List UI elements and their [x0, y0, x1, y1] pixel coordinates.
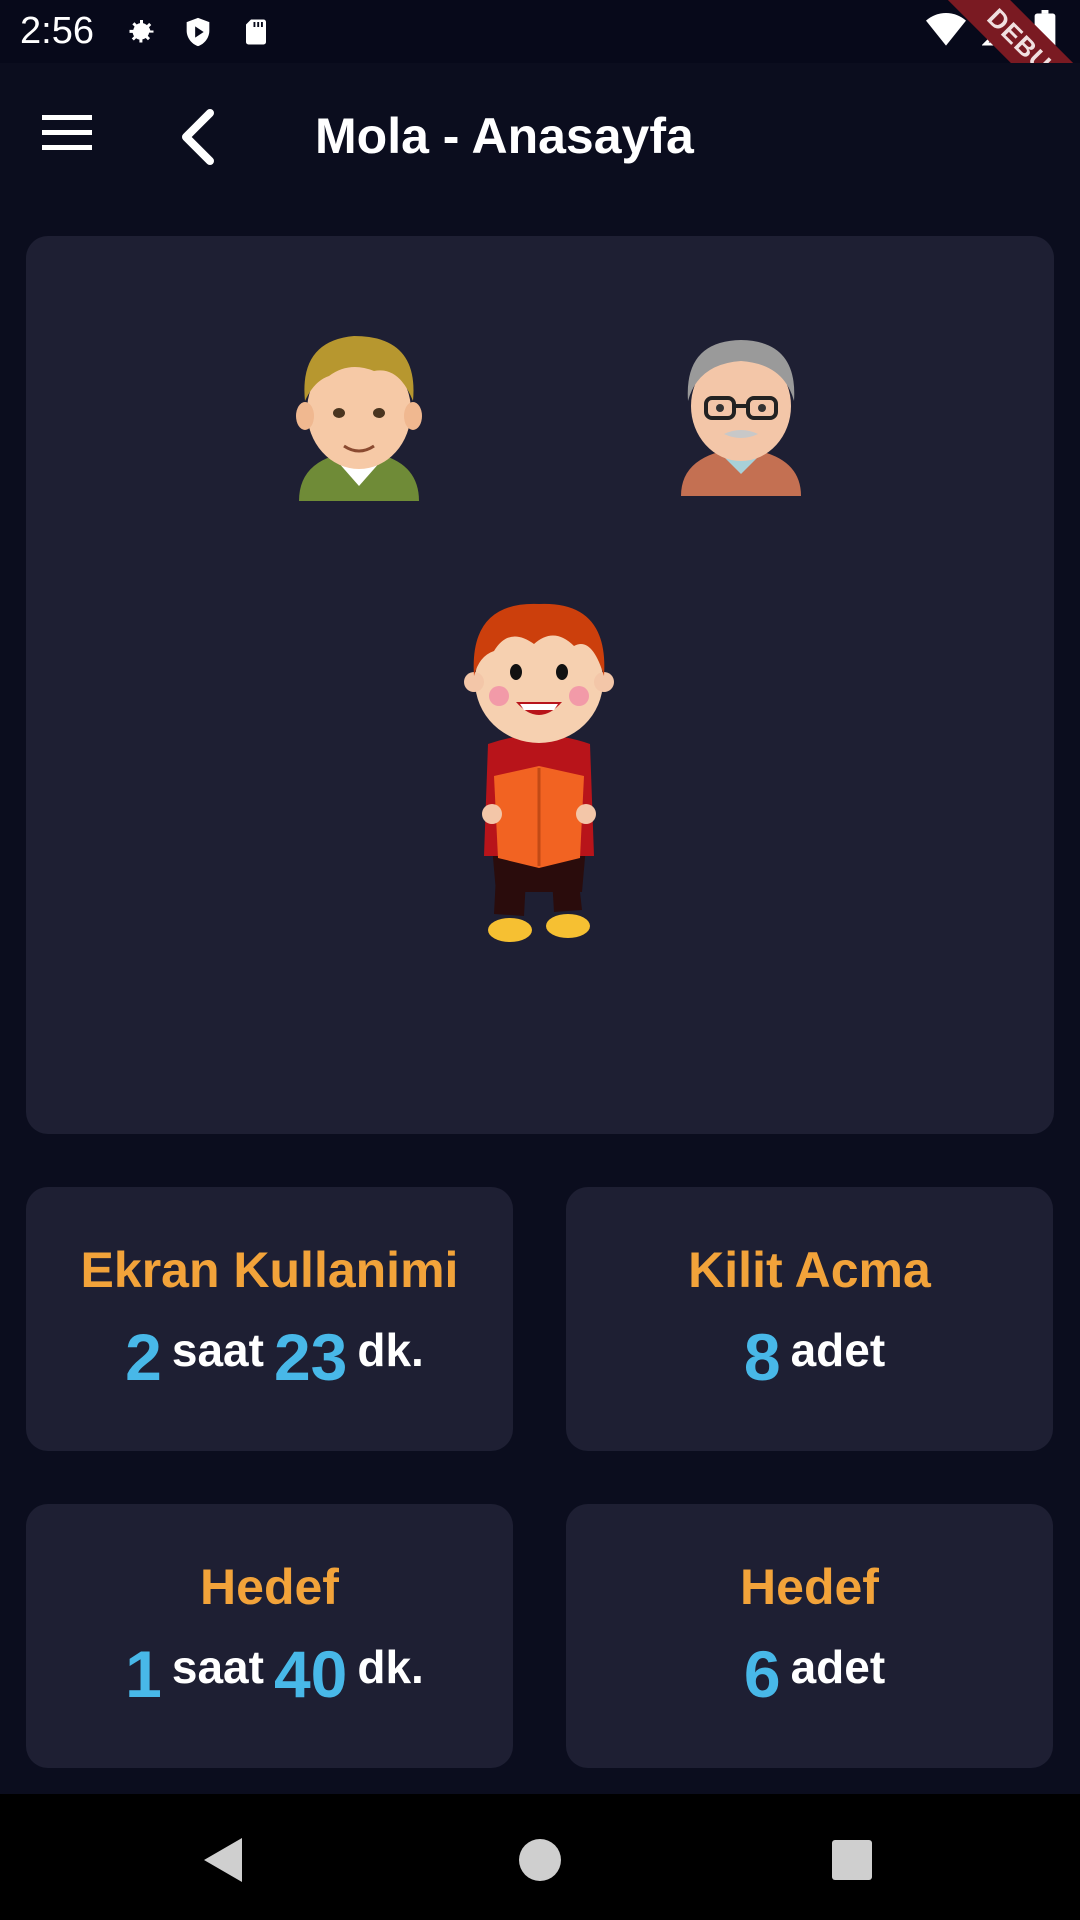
status-bar: 2:56	[0, 0, 1080, 63]
sd-card-icon	[236, 12, 276, 52]
shield-play-icon	[178, 12, 218, 52]
card-title: Hedef	[200, 1559, 339, 1615]
hours-unit: saat	[171, 1324, 264, 1376]
minutes-unit: dk.	[357, 1641, 424, 1693]
app-bar: Mola - Anasayfa	[0, 63, 1080, 213]
screen-goal-card[interactable]: Hedef 1 saat 40 dk.	[26, 1504, 513, 1768]
family-avatar-card	[26, 236, 1054, 1134]
unlock-count-card[interactable]: Kilit Acma 8 adet	[566, 1187, 1053, 1451]
minutes-value: 23	[273, 1320, 348, 1394]
minutes-value: 40	[273, 1637, 348, 1711]
old-man-avatar[interactable]	[666, 326, 816, 496]
screen-goal-value: 1 saat 40 dk.	[26, 1636, 513, 1712]
screen-usage-value: 2 saat 23 dk.	[26, 1319, 513, 1395]
hamburger-menu-icon[interactable]	[42, 113, 102, 163]
gear-icon	[120, 12, 160, 52]
unlock-count-value: 8 adet	[566, 1319, 1053, 1395]
back-arrow-icon[interactable]	[178, 109, 224, 169]
unlock-goal-card[interactable]: Hedef 6 adet	[566, 1504, 1053, 1768]
card-title: Ekran Kullanimi	[80, 1242, 459, 1298]
unlock-goal-value: 6 adet	[566, 1636, 1053, 1712]
card-title: Hedef	[740, 1559, 879, 1615]
home-circle-icon[interactable]	[510, 1830, 570, 1890]
page-title: Mola - Anasayfa	[315, 108, 694, 164]
hours-value: 1	[125, 1637, 162, 1711]
count-unit: adet	[790, 1324, 886, 1376]
system-nav-bar	[0, 1794, 1080, 1920]
back-triangle-icon[interactable]	[196, 1830, 256, 1890]
recents-square-icon[interactable]	[822, 1830, 882, 1890]
minutes-unit: dk.	[357, 1324, 424, 1376]
count-unit: adet	[790, 1641, 886, 1693]
status-time: 2:56	[20, 10, 94, 52]
count-value: 8	[743, 1320, 781, 1394]
count-value: 6	[743, 1637, 781, 1711]
card-title: Kilit Acma	[688, 1242, 931, 1298]
screen-usage-card[interactable]: Ekran Kullanimi 2 saat 23 dk.	[26, 1187, 513, 1451]
wifi-icon	[926, 11, 966, 52]
young-man-avatar[interactable]	[279, 321, 439, 501]
child-reading-avatar[interactable]	[454, 596, 624, 948]
hours-unit: saat	[171, 1641, 264, 1693]
hours-value: 2	[125, 1320, 162, 1394]
